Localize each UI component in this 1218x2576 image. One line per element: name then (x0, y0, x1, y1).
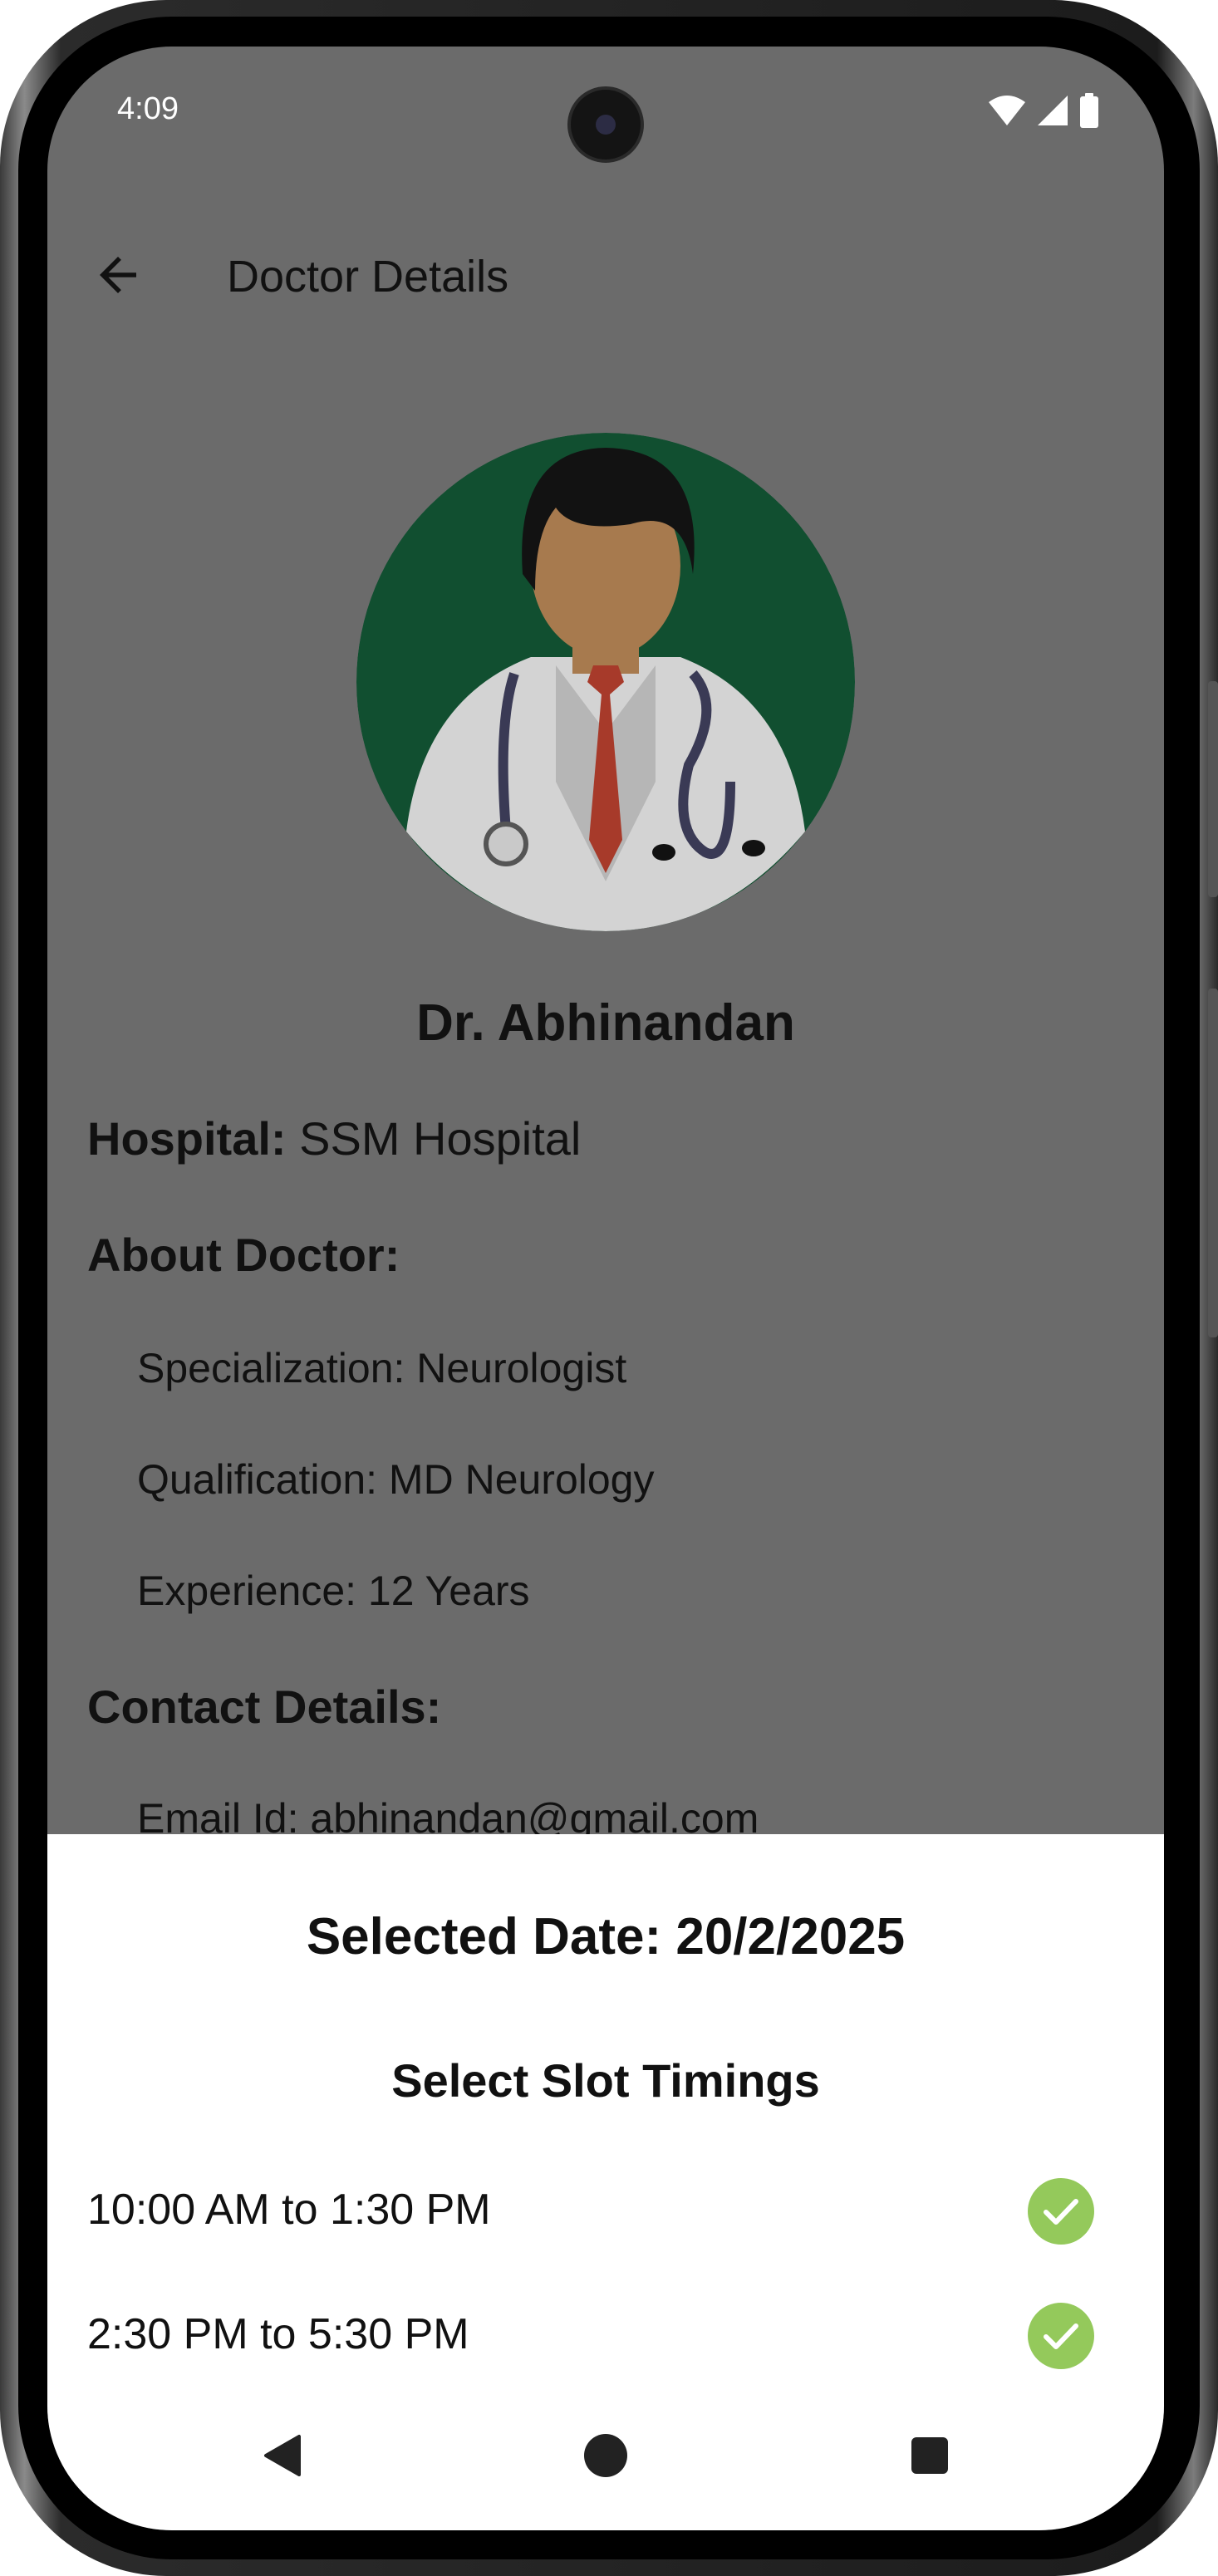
specialization: Specialization: Neurologist (137, 1345, 627, 1391)
selected-date: Selected Date: 20/2/2025 (306, 1908, 906, 1965)
slot-time-label: 2:30 PM to 5:30 PM (87, 2310, 469, 2358)
top-app-bar: Doctor Details (47, 221, 1164, 321)
nav-back-button[interactable] (240, 2414, 323, 2497)
nav-home-button[interactable] (564, 2414, 647, 2497)
doctor-name: Dr. Abhinandan (416, 994, 795, 1052)
slot-bottom-sheet: Selected Date: 20/2/2025 Select Slot Tim… (47, 1834, 1164, 2530)
system-nav-bar (47, 2389, 1164, 2530)
power-button (1208, 989, 1218, 1337)
front-camera (567, 86, 644, 163)
status-icons (988, 93, 1099, 128)
check-circle-icon[interactable] (1028, 2178, 1094, 2245)
page-title: Doctor Details (227, 252, 509, 302)
wifi-icon (989, 96, 1025, 125)
hospital-label: Hospital: (87, 1112, 287, 1165)
slot-section-title: Select Slot Timings (391, 2054, 820, 2107)
arrow-left-icon (100, 257, 136, 293)
hospital-line: Hospital: SSM Hospital (87, 1111, 581, 1165)
app-screen: 4:09 Doctor Details Dr. Abhinandan Hospi… (47, 47, 1164, 2530)
doctor-avatar (356, 433, 855, 931)
doctor-illustration (356, 433, 855, 931)
contact-heading: Contact Details: (87, 1680, 441, 1734)
qualification: Qualification: MD Neurology (137, 1456, 655, 1503)
check-circle-icon[interactable] (1028, 2303, 1094, 2369)
signal-icon (1038, 96, 1068, 125)
about-heading: About Doctor: (87, 1228, 400, 1282)
experience: Experience: 12 Years (137, 1568, 530, 1614)
home-circle-icon (584, 2434, 627, 2477)
slot-time-label: 10:00 AM to 1:30 PM (87, 2186, 491, 2234)
back-button[interactable] (81, 238, 155, 312)
recents-square-icon (911, 2437, 948, 2474)
hospital-value: SSM Hospital (299, 1112, 582, 1165)
status-time: 4:09 (117, 91, 179, 126)
phone-frame: 4:09 Doctor Details Dr. Abhinandan Hospi… (0, 0, 1218, 2576)
contact-heading-text: Contact Details: (87, 1681, 442, 1733)
volume-button (1208, 681, 1218, 897)
status-bar: 4:09 (47, 47, 1164, 179)
slot-item[interactable]: 10:00 AM to 1:30 PM (47, 2161, 1164, 2261)
nav-recents-button[interactable] (888, 2414, 971, 2497)
back-triangle-icon (264, 2435, 301, 2476)
slot-item[interactable]: 2:30 PM to 5:30 PM (47, 2286, 1164, 2386)
about-heading-text: About Doctor: (87, 1229, 400, 1281)
battery-icon (1080, 93, 1098, 128)
